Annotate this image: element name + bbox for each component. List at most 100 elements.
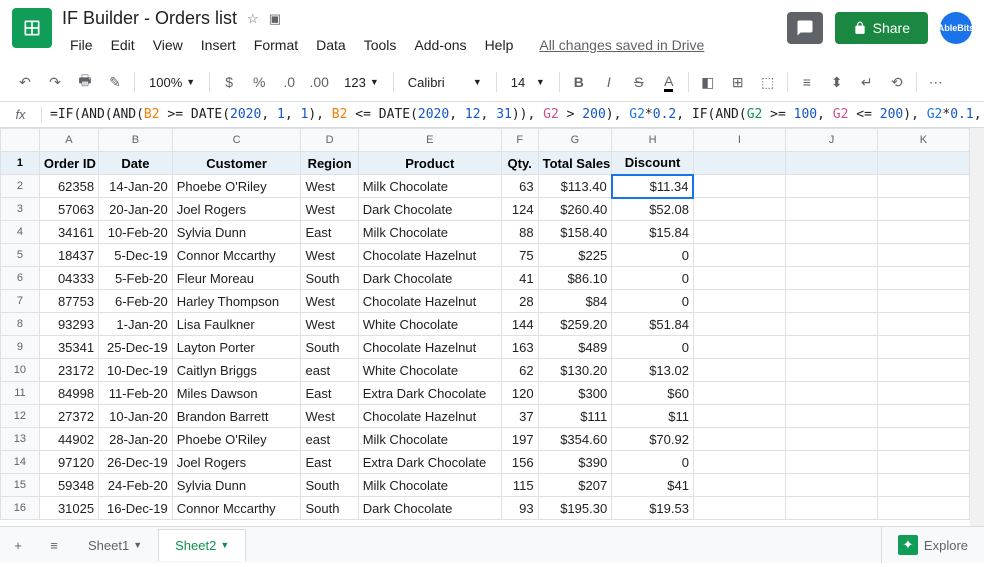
cell[interactable]: $489 (538, 336, 612, 359)
spreadsheet-grid[interactable]: A B C D E F G H I J K 1Order IDDateCusto… (0, 128, 970, 526)
cell[interactable] (785, 474, 877, 497)
cell[interactable]: 04333 (39, 267, 98, 290)
cell[interactable]: 5-Dec-19 (99, 244, 173, 267)
cell[interactable]: 31025 (39, 497, 98, 520)
menu-file[interactable]: File (62, 33, 101, 57)
row-header[interactable]: 16 (1, 497, 40, 520)
font-size[interactable]: 14▼ (503, 75, 553, 90)
cell[interactable]: Product (358, 152, 501, 175)
cell[interactable]: West (301, 313, 358, 336)
cell[interactable] (785, 198, 877, 221)
cell[interactable]: 26-Dec-19 (99, 451, 173, 474)
cell[interactable] (785, 267, 877, 290)
cell[interactable] (693, 497, 785, 520)
cell[interactable] (693, 290, 785, 313)
cell[interactable]: 35341 (39, 336, 98, 359)
paint-format-icon[interactable]: ✎ (102, 69, 128, 95)
wrap-icon[interactable]: ↵ (854, 69, 880, 95)
add-sheet-button[interactable]: + (0, 527, 36, 563)
row-header[interactable]: 12 (1, 405, 40, 428)
cell[interactable] (877, 244, 969, 267)
cell[interactable]: 16-Dec-19 (99, 497, 173, 520)
cell[interactable]: 11-Feb-20 (99, 382, 173, 405)
undo-icon[interactable]: ↶ (12, 69, 38, 95)
row-header[interactable]: 11 (1, 382, 40, 405)
cell[interactable]: 62358 (39, 175, 98, 198)
cell[interactable]: Region (301, 152, 358, 175)
row-header[interactable]: 5 (1, 244, 40, 267)
row-header[interactable]: 14 (1, 451, 40, 474)
cell[interactable] (693, 198, 785, 221)
zoom-select[interactable]: 100% ▼ (141, 75, 203, 90)
text-color-icon[interactable]: A (656, 69, 682, 95)
cell[interactable] (785, 290, 877, 313)
menu-data[interactable]: Data (308, 33, 354, 57)
cell[interactable]: 41 (501, 267, 538, 290)
cell[interactable] (693, 313, 785, 336)
cell[interactable]: East (301, 382, 358, 405)
cell[interactable]: Dark Chocolate (358, 198, 501, 221)
explore-button[interactable]: ✦ Explore (881, 527, 984, 563)
cell[interactable] (693, 267, 785, 290)
cell[interactable] (785, 336, 877, 359)
col-header[interactable]: J (785, 129, 877, 152)
cell[interactable]: Chocolate Hazelnut (358, 405, 501, 428)
cell[interactable]: 115 (501, 474, 538, 497)
cell[interactable]: Fleur Moreau (172, 267, 301, 290)
row-header[interactable]: 7 (1, 290, 40, 313)
cell[interactable] (877, 359, 969, 382)
move-folder-icon[interactable]: ▣ (269, 11, 281, 27)
bold-icon[interactable]: B (566, 69, 592, 95)
cell[interactable]: White Chocolate (358, 313, 501, 336)
select-all[interactable] (1, 129, 40, 152)
col-header[interactable]: F (501, 129, 538, 152)
percent-icon[interactable]: % (246, 69, 272, 95)
cell[interactable]: $195.30 (538, 497, 612, 520)
cell[interactable] (877, 198, 969, 221)
font-select[interactable]: Calibri▼ (400, 75, 490, 90)
cell[interactable]: 10-Jan-20 (99, 405, 173, 428)
cell[interactable] (785, 382, 877, 405)
cell[interactable]: $111 (538, 405, 612, 428)
cell[interactable]: $113.40 (538, 175, 612, 198)
cell[interactable]: 28-Jan-20 (99, 428, 173, 451)
col-header[interactable]: H (612, 129, 694, 152)
fill-color-icon[interactable]: ◧ (695, 69, 721, 95)
row-header[interactable]: 1 (1, 152, 40, 175)
cell[interactable]: 93293 (39, 313, 98, 336)
cell[interactable] (877, 428, 969, 451)
row-header[interactable]: 13 (1, 428, 40, 451)
more-icon[interactable]: ⋯ (923, 69, 949, 95)
cell[interactable]: Milk Chocolate (358, 221, 501, 244)
tab-sheet1[interactable]: Sheet1 ▼ (72, 530, 158, 561)
cell[interactable]: 59348 (39, 474, 98, 497)
cell[interactable]: $51.84 (612, 313, 694, 336)
currency-icon[interactable]: $ (216, 69, 242, 95)
valign-icon[interactable]: ⬍ (824, 69, 850, 95)
cell[interactable]: 18437 (39, 244, 98, 267)
cell[interactable]: 93 (501, 497, 538, 520)
cell[interactable]: Dark Chocolate (358, 497, 501, 520)
cell[interactable]: $260.40 (538, 198, 612, 221)
cell[interactable] (877, 474, 969, 497)
cell[interactable] (877, 497, 969, 520)
cell[interactable] (693, 382, 785, 405)
cell[interactable]: Phoebe O'Riley (172, 428, 301, 451)
cell[interactable]: West (301, 175, 358, 198)
menu-view[interactable]: View (145, 33, 191, 57)
cell[interactable] (693, 474, 785, 497)
menu-addons[interactable]: Add-ons (406, 33, 474, 57)
row-header[interactable]: 3 (1, 198, 40, 221)
cell[interactable]: Chocolate Hazelnut (358, 244, 501, 267)
strike-icon[interactable]: S (626, 69, 652, 95)
cell[interactable]: Brandon Barrett (172, 405, 301, 428)
cell[interactable]: 24-Feb-20 (99, 474, 173, 497)
cell[interactable]: Milk Chocolate (358, 428, 501, 451)
cell[interactable] (693, 428, 785, 451)
row-header[interactable]: 6 (1, 267, 40, 290)
vertical-scrollbar[interactable] (970, 128, 984, 526)
redo-icon[interactable]: ↷ (42, 69, 68, 95)
cell[interactable]: Extra Dark Chocolate (358, 451, 501, 474)
menu-help[interactable]: Help (477, 33, 522, 57)
cell[interactable]: Order ID (39, 152, 98, 175)
